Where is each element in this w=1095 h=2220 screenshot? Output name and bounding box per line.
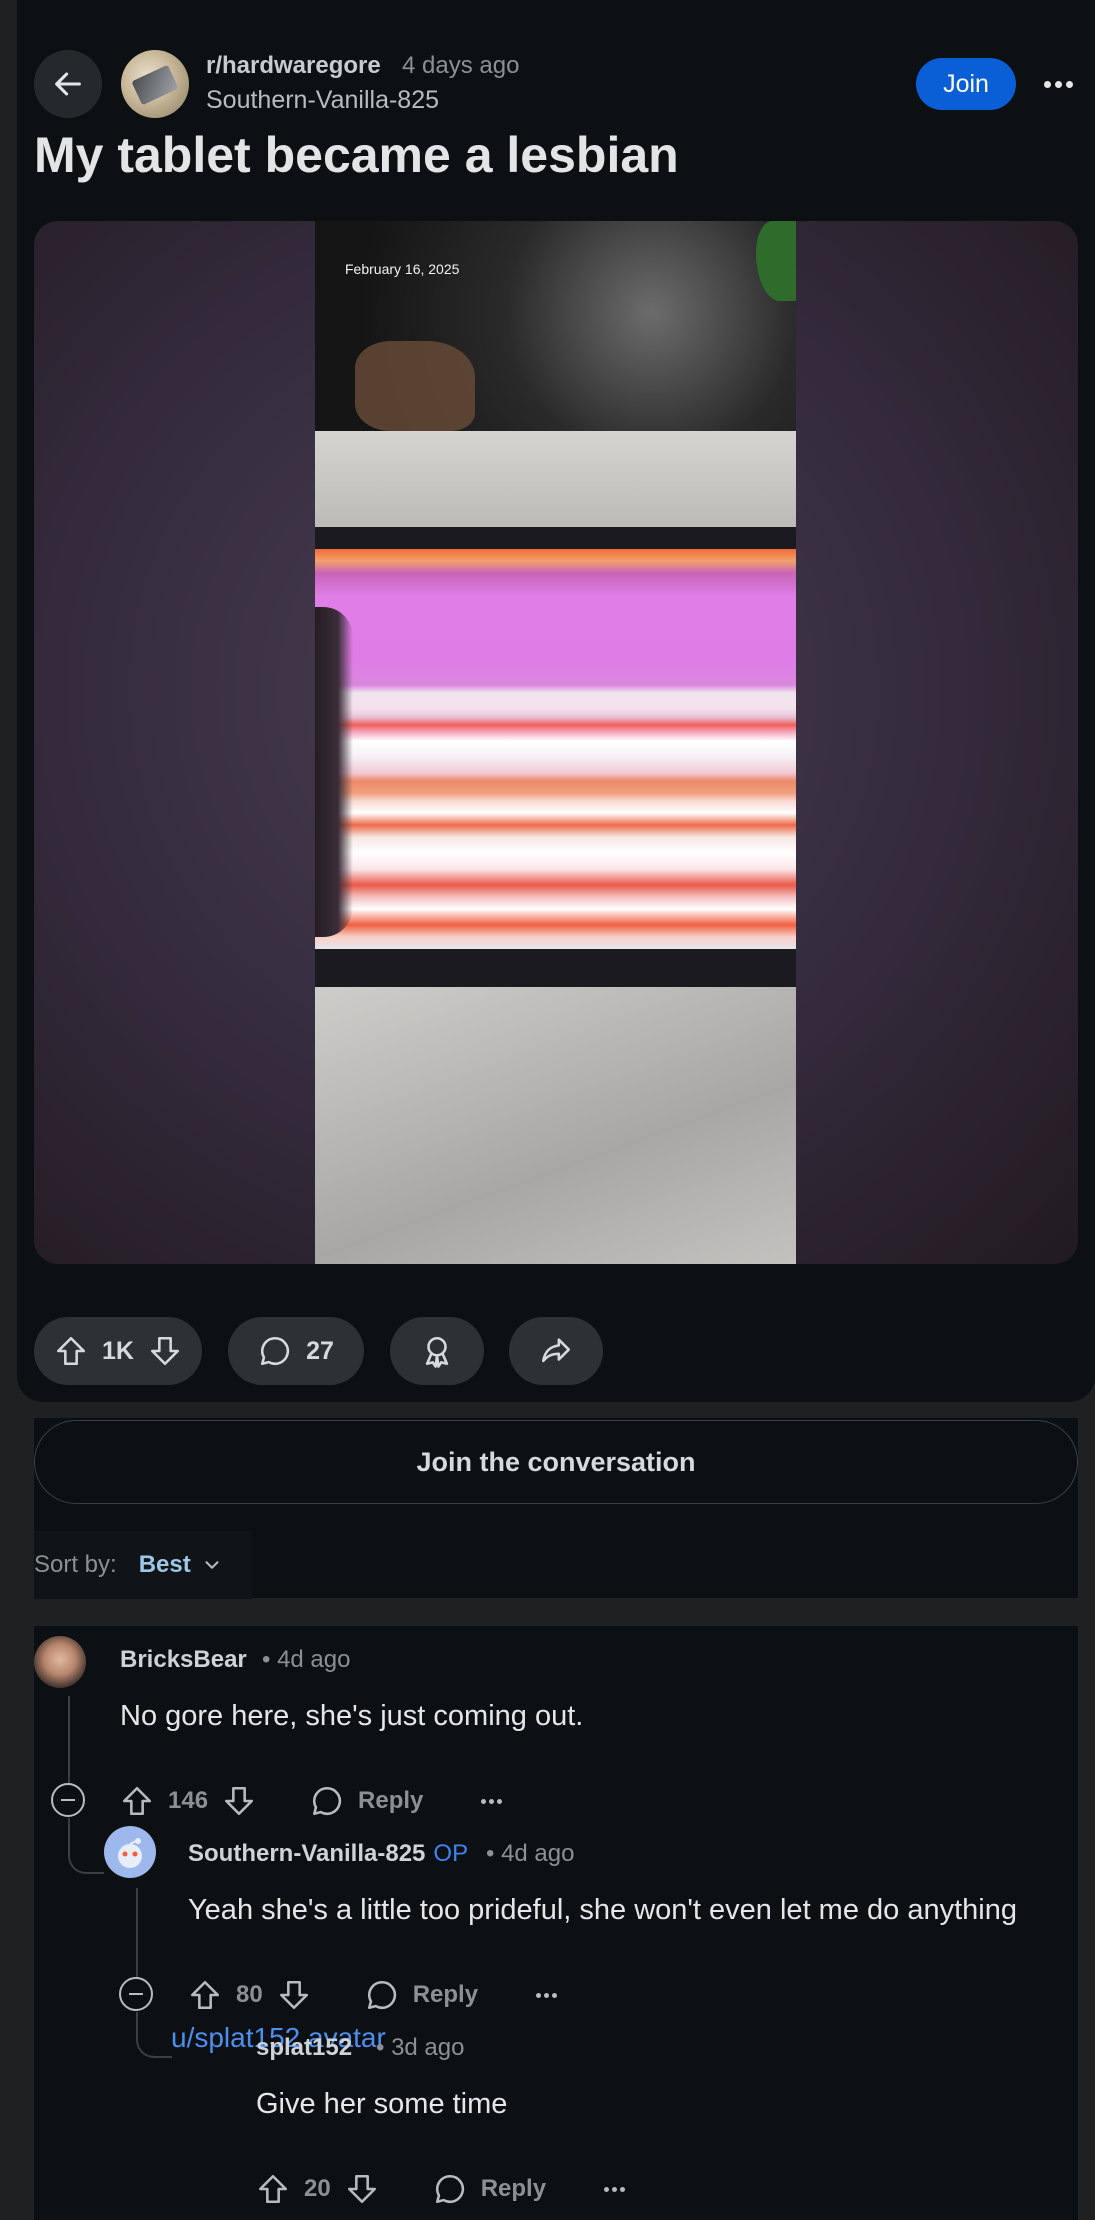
post-image[interactable]: February 16, 2025: [34, 221, 1078, 1264]
comment-meta: • 4d ago: [486, 1840, 575, 1867]
award-button[interactable]: [390, 1317, 484, 1385]
upvote-icon[interactable]: [54, 1334, 88, 1368]
thread-line: [136, 2012, 172, 2058]
tablet-photo: February 16, 2025: [315, 221, 796, 1264]
conversation-section: Join the conversation Sort by: Best: [34, 1418, 1078, 1599]
comment-username[interactable]: splat152: [256, 2034, 352, 2062]
subreddit-avatar[interactable]: [121, 50, 189, 118]
reply-button[interactable]: Reply: [413, 1981, 478, 2009]
join-conversation-button[interactable]: Join the conversation: [34, 1420, 1078, 1504]
sort-label: Sort by:: [34, 1551, 117, 1578]
comment-icon: [435, 2174, 464, 2204]
collapse-icon[interactable]: [119, 1977, 153, 2011]
downvote-icon[interactable]: [345, 2172, 379, 2206]
comment-meta: • 3d ago: [376, 2034, 465, 2061]
back-arrow-icon: [55, 72, 81, 96]
join-button[interactable]: Join: [916, 58, 1016, 110]
comment-meta: • 4d ago: [262, 1646, 351, 1673]
sort-value: Best: [138, 1551, 191, 1578]
more-icon[interactable]: [604, 2186, 626, 2192]
more-icon[interactable]: [536, 1992, 558, 1998]
photo-date-stamp: February 16, 2025: [345, 261, 460, 277]
thread-line: [136, 1888, 138, 1986]
vote-pill: 1K: [34, 1317, 202, 1385]
avatar[interactable]: [34, 1636, 86, 1688]
upvote-icon[interactable]: [256, 2172, 290, 2206]
comment-actions: 80 Reply: [188, 1978, 558, 2012]
award-icon: [425, 1336, 449, 1368]
more-icon[interactable]: [1040, 68, 1076, 100]
thread-line: [68, 1818, 104, 1874]
vote-count: 1K: [102, 1336, 134, 1365]
downvote-icon[interactable]: [277, 1978, 311, 2012]
downvote-icon[interactable]: [148, 1334, 182, 1368]
back-button[interactable]: [34, 50, 102, 118]
comment-username[interactable]: Southern-Vanilla-825 OP: [188, 1840, 468, 1868]
comments-list: BricksBear • 4d ago No gore here, she's …: [34, 1626, 1078, 2220]
comment-text: Yeah she's a little too prideful, she wo…: [188, 1894, 1017, 1926]
chevron-down-icon: [205, 1561, 219, 1569]
comment-actions: 20 Reply: [256, 2172, 626, 2206]
op-badge: OP: [433, 1840, 469, 1867]
upvote-icon[interactable]: [188, 1978, 222, 2012]
comments-button[interactable]: 27: [228, 1317, 364, 1385]
comment-text: Give her some time: [256, 2088, 508, 2120]
comment-icon: [261, 1336, 290, 1366]
comment-vote-count: 80: [236, 1981, 263, 2008]
comment-text: No gore here, she's just coming out.: [120, 1700, 584, 1732]
comment-username[interactable]: BricksBear: [120, 1646, 247, 1674]
share-icon: [541, 1338, 571, 1363]
sort-selector[interactable]: Sort by: Best: [34, 1531, 252, 1599]
post-author[interactable]: Southern-Vanilla-825: [206, 86, 439, 115]
share-button[interactable]: [509, 1317, 603, 1385]
reply-button[interactable]: Reply: [358, 1787, 423, 1815]
comment-vote-count: 146: [168, 1787, 209, 1814]
post-time: 4 days ago: [402, 52, 520, 79]
avatar[interactable]: [104, 1826, 156, 1878]
comment-vote-count: 20: [304, 2175, 331, 2202]
collapse-icon[interactable]: [51, 1783, 85, 1817]
subreddit-name[interactable]: r/hardwaregore: [206, 52, 381, 80]
post-title: My tablet became a lesbian: [34, 127, 679, 183]
thread-line: [68, 1696, 70, 1792]
more-icon[interactable]: [481, 1798, 503, 1804]
comment-icon: [313, 1786, 342, 1816]
reply-button[interactable]: Reply: [481, 2175, 546, 2203]
downvote-icon[interactable]: [222, 1784, 256, 1818]
upvote-icon[interactable]: [120, 1784, 154, 1818]
comment-count: 27: [306, 1336, 334, 1365]
comment-actions: 146 Reply: [120, 1784, 503, 1818]
comment-icon: [367, 1980, 396, 2010]
